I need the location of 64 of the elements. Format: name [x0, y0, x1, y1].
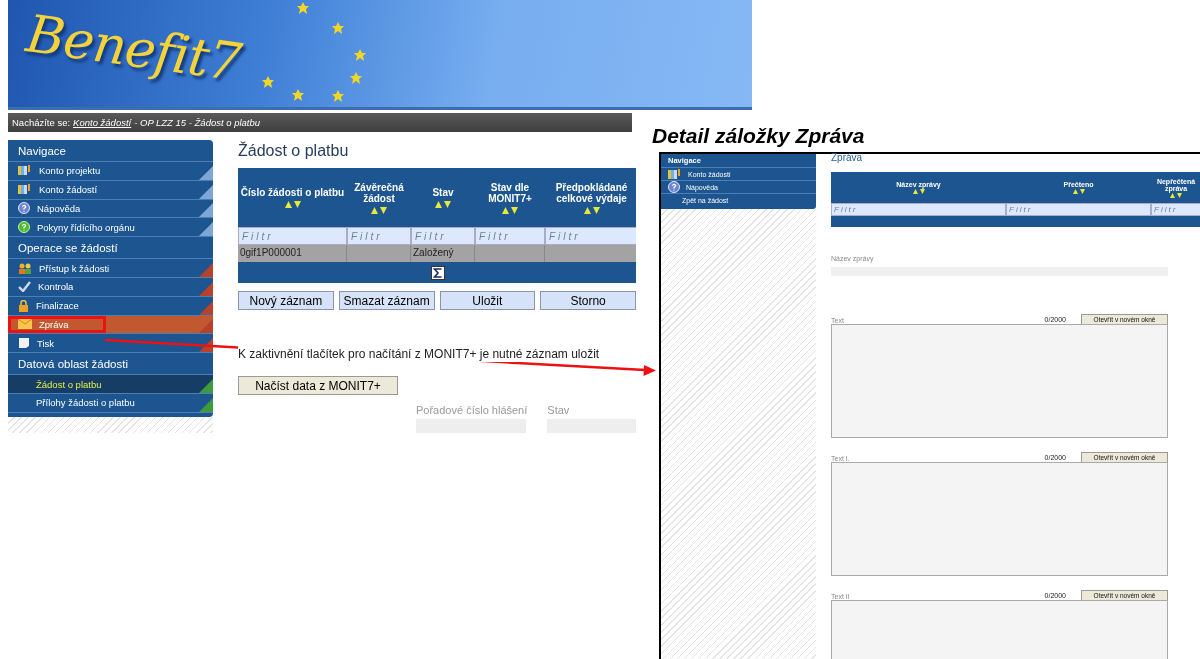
field-label: Stav — [547, 404, 571, 416]
check-icon — [18, 281, 31, 293]
column-header: Předpokládané celkové výdaje — [554, 181, 629, 205]
sort-icon[interactable] — [1072, 189, 1085, 194]
table-cell — [347, 245, 411, 262]
sidebar-item[interactable]: Konto žádostí — [8, 180, 213, 200]
help-icon — [668, 181, 680, 193]
sidebar-item[interactable]: Přístup k žádosti — [8, 259, 213, 278]
sidebar-section-title: Navigace — [8, 140, 213, 162]
action-button[interactable]: Storno — [540, 291, 636, 310]
column-header: Číslo žádosti o platbu — [240, 187, 345, 199]
breadcrumb-link[interactable]: Konto žádostí — [73, 117, 132, 128]
info-text: K zaktivnění tlačítek pro načítání z MONIT7+ je nutné záznam uložit — [238, 346, 600, 362]
column-header: Stav — [432, 187, 454, 199]
filter-field[interactable]: Filtr — [475, 227, 545, 245]
sidebar-item[interactable]: Tisk — [8, 334, 213, 354]
sidebar-item[interactable]: Pokyny řídícího orgánu — [8, 218, 213, 238]
sidebar-section-title: Operace se žádostí — [8, 237, 213, 260]
column-header: Závěrečná žádost — [353, 181, 405, 205]
book-icon — [668, 168, 682, 180]
page-icon — [18, 337, 30, 350]
sort-icon[interactable] — [371, 206, 387, 214]
filter-field[interactable]: Filtr — [238, 227, 347, 245]
sidebar-item[interactable]: Nápověda — [8, 199, 213, 219]
help-icon — [18, 202, 30, 215]
help-icon — [18, 221, 30, 234]
lock-icon — [18, 299, 29, 312]
envelope-icon — [18, 319, 32, 330]
breadcrumb-text: - OP LZZ 15 - Žádost o platbu — [134, 117, 261, 128]
filter-field[interactable]: Filtr — [831, 203, 1006, 216]
section-title: Zpráva — [831, 152, 864, 163]
sort-icon[interactable] — [912, 189, 925, 194]
sidebar-item[interactable]: Finalizace — [8, 296, 213, 316]
column-header: Stav dle MONIT7+ — [487, 181, 533, 205]
sort-icon[interactable] — [502, 206, 518, 214]
caption: Detail záložky Zpráva — [652, 124, 865, 148]
sort-icon[interactable] — [583, 206, 600, 214]
people-icon — [18, 262, 32, 274]
sidebar-item[interactable]: Žádost o platbu — [8, 375, 213, 394]
sort-icon[interactable] — [284, 200, 301, 208]
filter-field[interactable]: Filtr — [545, 227, 636, 245]
table-cell: 0gif1P000001 — [238, 245, 347, 262]
book-icon — [18, 184, 32, 196]
action-button[interactable]: Nový záznam — [238, 291, 334, 310]
filter-field[interactable]: Filtr — [1151, 203, 1200, 216]
table-cell: Založený — [411, 245, 475, 262]
sidebar-item[interactable]: Konto projektu — [8, 162, 213, 181]
action-button[interactable]: Smazat záznam — [338, 291, 435, 310]
filter-field[interactable]: Filtr — [1006, 203, 1151, 216]
book-icon — [18, 165, 32, 177]
filter-field[interactable]: Filtr — [347, 227, 411, 245]
page-title: Žádost o platbu — [238, 142, 350, 160]
table-cell — [475, 245, 545, 262]
field-label: Pořadové číslo hlášení — [416, 404, 528, 416]
action-button[interactable]: Uložit — [439, 291, 536, 310]
breadcrumb-label: Nacházíte se: — [12, 117, 71, 128]
sidebar-item[interactable]: Přílohy žádosti o platbu — [8, 393, 213, 413]
sidebar-item[interactable]: Kontrola — [8, 278, 213, 297]
sort-icon[interactable] — [1170, 192, 1182, 198]
filter-field[interactable]: Filtr — [411, 227, 475, 245]
sort-icon[interactable] — [435, 200, 451, 208]
sum-icon[interactable] — [431, 265, 445, 280]
load-button[interactable]: Načíst data z MONIT7+ — [238, 376, 398, 395]
logo: Benefit7 — [22, 3, 245, 93]
